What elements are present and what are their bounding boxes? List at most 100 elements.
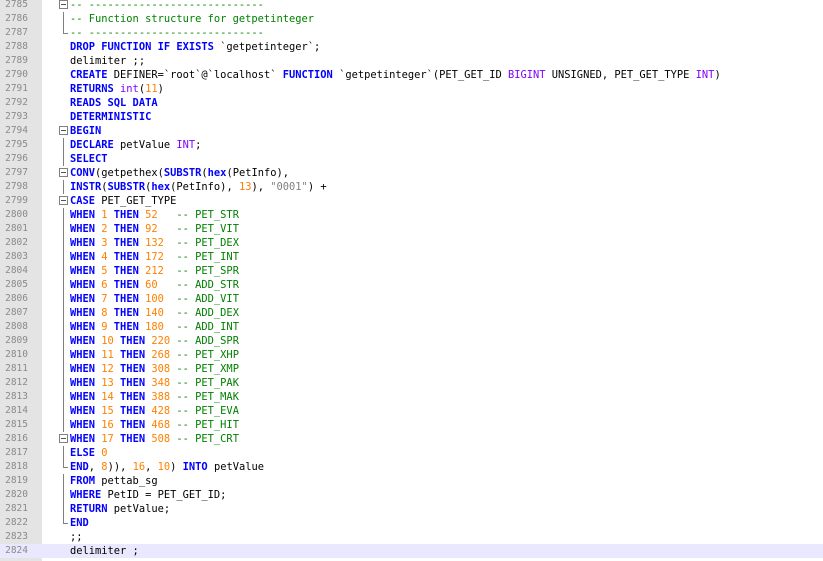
code-token: -- ADD_STR (176, 279, 239, 291)
code-token: "0001" (270, 181, 308, 193)
code-text: WHEN 9 THEN 180 -- ADD_INT (70, 320, 239, 334)
code-token: 14 (101, 391, 114, 403)
line-number: 2795 (5, 139, 28, 150)
code-line[interactable]: 2800 WHEN 1 THEN 52 -- PET_STR (0, 208, 823, 222)
code-token: CONV (70, 167, 96, 179)
code-text: CASE PET_GET_TYPE (70, 194, 176, 208)
line-number: 2813 (5, 391, 28, 402)
code-line[interactable]: 2797 CONV(getpethex(SUBSTR(hex(PetInfo), (0, 166, 823, 180)
code-line[interactable]: 2818 END, 8)), 16, 10) INTO petValue (0, 460, 823, 474)
code-line[interactable]: 2803 WHEN 4 THEN 172 -- PET_INT (0, 250, 823, 264)
line-number: 2788 (5, 41, 28, 52)
code-token: CREATE (70, 69, 114, 81)
fold-line-icon (59, 306, 68, 320)
code-text: WHEN 17 THEN 508 -- PET_CRT (70, 432, 239, 446)
code-line[interactable]: 2813 WHEN 14 THEN 388 -- PET_MAK (0, 390, 823, 404)
fold-toggle-icon[interactable] (59, 166, 68, 180)
line-number: 2785 (5, 0, 28, 10)
fold-line-icon (59, 390, 68, 404)
code-line[interactable]: 2796 SELECT (0, 152, 823, 166)
code-token: -- PET_SPR (176, 265, 239, 277)
code-token: 428 (151, 405, 171, 417)
code-line[interactable]: 2791 RETURNS int(11) (0, 82, 823, 96)
code-line[interactable]: 2808 WHEN 9 THEN 180 -- ADD_INT (0, 320, 823, 334)
code-line-current[interactable]: 2824 delimiter ; (0, 544, 823, 558)
code-token: 13 (101, 377, 114, 389)
code-line[interactable]: 2789 delimiter ;; (0, 54, 823, 68)
line-number: 2823 (5, 531, 28, 542)
code-line[interactable]: 2811 WHEN 12 THEN 308 -- PET_XMP (0, 362, 823, 376)
code-text: WHEN 11 THEN 268 -- PET_XHP (70, 348, 239, 362)
code-editor[interactable]: 2785 -- ---------------------------- 2786 -… (0, 0, 823, 561)
code-line[interactable]: 2785 -- ---------------------------- (0, 0, 823, 12)
code-token: 16 (132, 461, 146, 473)
code-token: WHEN (70, 377, 102, 389)
code-line[interactable]: 2819 FROM pettab_sg (0, 474, 823, 488)
code-token: -- PET_PAK (176, 377, 239, 389)
code-line[interactable]: 2814 WHEN 15 THEN 428 -- PET_EVA (0, 404, 823, 418)
code-line[interactable]: 2801 WHEN 2 THEN 92 -- PET_VIT (0, 222, 823, 236)
code-token: -- ADD_VIT (176, 293, 239, 305)
fold-line-icon (59, 446, 68, 460)
code-token: PET_GET_TYPE (101, 195, 177, 207)
code-line[interactable]: 2806 WHEN 7 THEN 100 -- ADD_VIT (0, 292, 823, 306)
code-line[interactable]: 2820 WHERE PetID = PET_GET_ID; (0, 488, 823, 502)
code-token: THEN (107, 251, 146, 263)
code-line[interactable]: 2793 DETERMINISTIC (0, 110, 823, 124)
code-token: INT (695, 69, 715, 81)
code-text: SELECT (70, 152, 108, 166)
code-token: WHEN (70, 363, 102, 375)
code-token: int (120, 83, 139, 95)
code-token: DETERMINISTIC (70, 111, 152, 123)
code-line[interactable]: 2792 READS SQL DATA (0, 96, 823, 110)
code-token: petValue; (113, 503, 171, 515)
fold-toggle-icon[interactable] (59, 432, 68, 446)
fold-line-icon (59, 152, 68, 166)
code-token: -- PET_XHP (176, 349, 239, 361)
code-line[interactable]: 2790 CREATE DEFINER=`root`@`localhost` FU… (0, 68, 823, 82)
code-line[interactable]: 2794 BEGIN (0, 124, 823, 138)
line-number: 2800 (5, 209, 28, 220)
code-line[interactable]: 2795 DECLARE petValue INT; (0, 138, 823, 152)
code-token: 92 (145, 223, 158, 235)
fold-toggle-icon[interactable] (59, 194, 68, 208)
code-line[interactable]: 2788 DROP FUNCTION IF EXISTS `getpetinteg… (0, 40, 823, 54)
code-line[interactable]: 2821 RETURN petValue; (0, 502, 823, 516)
code-text: WHEN 1 THEN 52 -- PET_STR (70, 208, 239, 222)
code-line[interactable]: 2809 WHEN 10 THEN 220 -- ADD_SPR (0, 334, 823, 348)
code-text: RETURNS int(11) (70, 82, 164, 96)
fold-line-icon (59, 488, 68, 502)
code-line[interactable]: 2823;; (0, 530, 823, 544)
code-token: 11 (101, 349, 114, 361)
code-token: SELECT (70, 153, 108, 165)
code-token: 180 (145, 321, 164, 333)
code-line[interactable]: 2805 WHEN 6 THEN 60 -- ADD_STR (0, 278, 823, 292)
code-token: ;; (70, 531, 83, 543)
code-token: ) (170, 461, 183, 473)
code-token: 16 (101, 419, 114, 431)
code-line[interactable]: 2786 -- Function structure for getpetinte… (0, 12, 823, 26)
fold-line-icon (59, 348, 68, 362)
code-token: 52 (145, 209, 158, 221)
code-token: `localhost` (207, 69, 277, 81)
fold-toggle-icon[interactable] (59, 124, 68, 138)
code-line[interactable]: 2812 WHEN 13 THEN 348 -- PET_PAK (0, 376, 823, 390)
code-line[interactable]: 2802 WHEN 3 THEN 132 -- PET_DEX (0, 236, 823, 250)
code-line[interactable]: 2799 CASE PET_GET_TYPE (0, 194, 823, 208)
code-line[interactable]: 2787 -- ---------------------------- (0, 26, 823, 40)
code-line[interactable]: 2798 INSTR(SUBSTR(hex(PetInfo), 13), "000… (0, 180, 823, 194)
code-line[interactable]: 2816 WHEN 17 THEN 508 -- PET_CRT (0, 432, 823, 446)
code-line[interactable]: 2804 WHEN 5 THEN 212 -- PET_SPR (0, 264, 823, 278)
code-line[interactable]: 2822 END (0, 516, 823, 530)
code-token: ), (251, 181, 271, 193)
code-token: WHEN (70, 279, 102, 291)
code-line[interactable]: 2817 ELSE 0 (0, 446, 823, 460)
code-line[interactable]: 2807 WHEN 8 THEN 140 -- ADD_DEX (0, 306, 823, 320)
line-number: 2794 (5, 125, 28, 136)
code-line[interactable]: 2815 WHEN 16 THEN 468 -- PET_HIT (0, 418, 823, 432)
code-line[interactable]: 2810 WHEN 11 THEN 268 -- PET_XHP (0, 348, 823, 362)
code-token: 0 (101, 447, 108, 459)
fold-toggle-icon[interactable] (59, 0, 68, 12)
